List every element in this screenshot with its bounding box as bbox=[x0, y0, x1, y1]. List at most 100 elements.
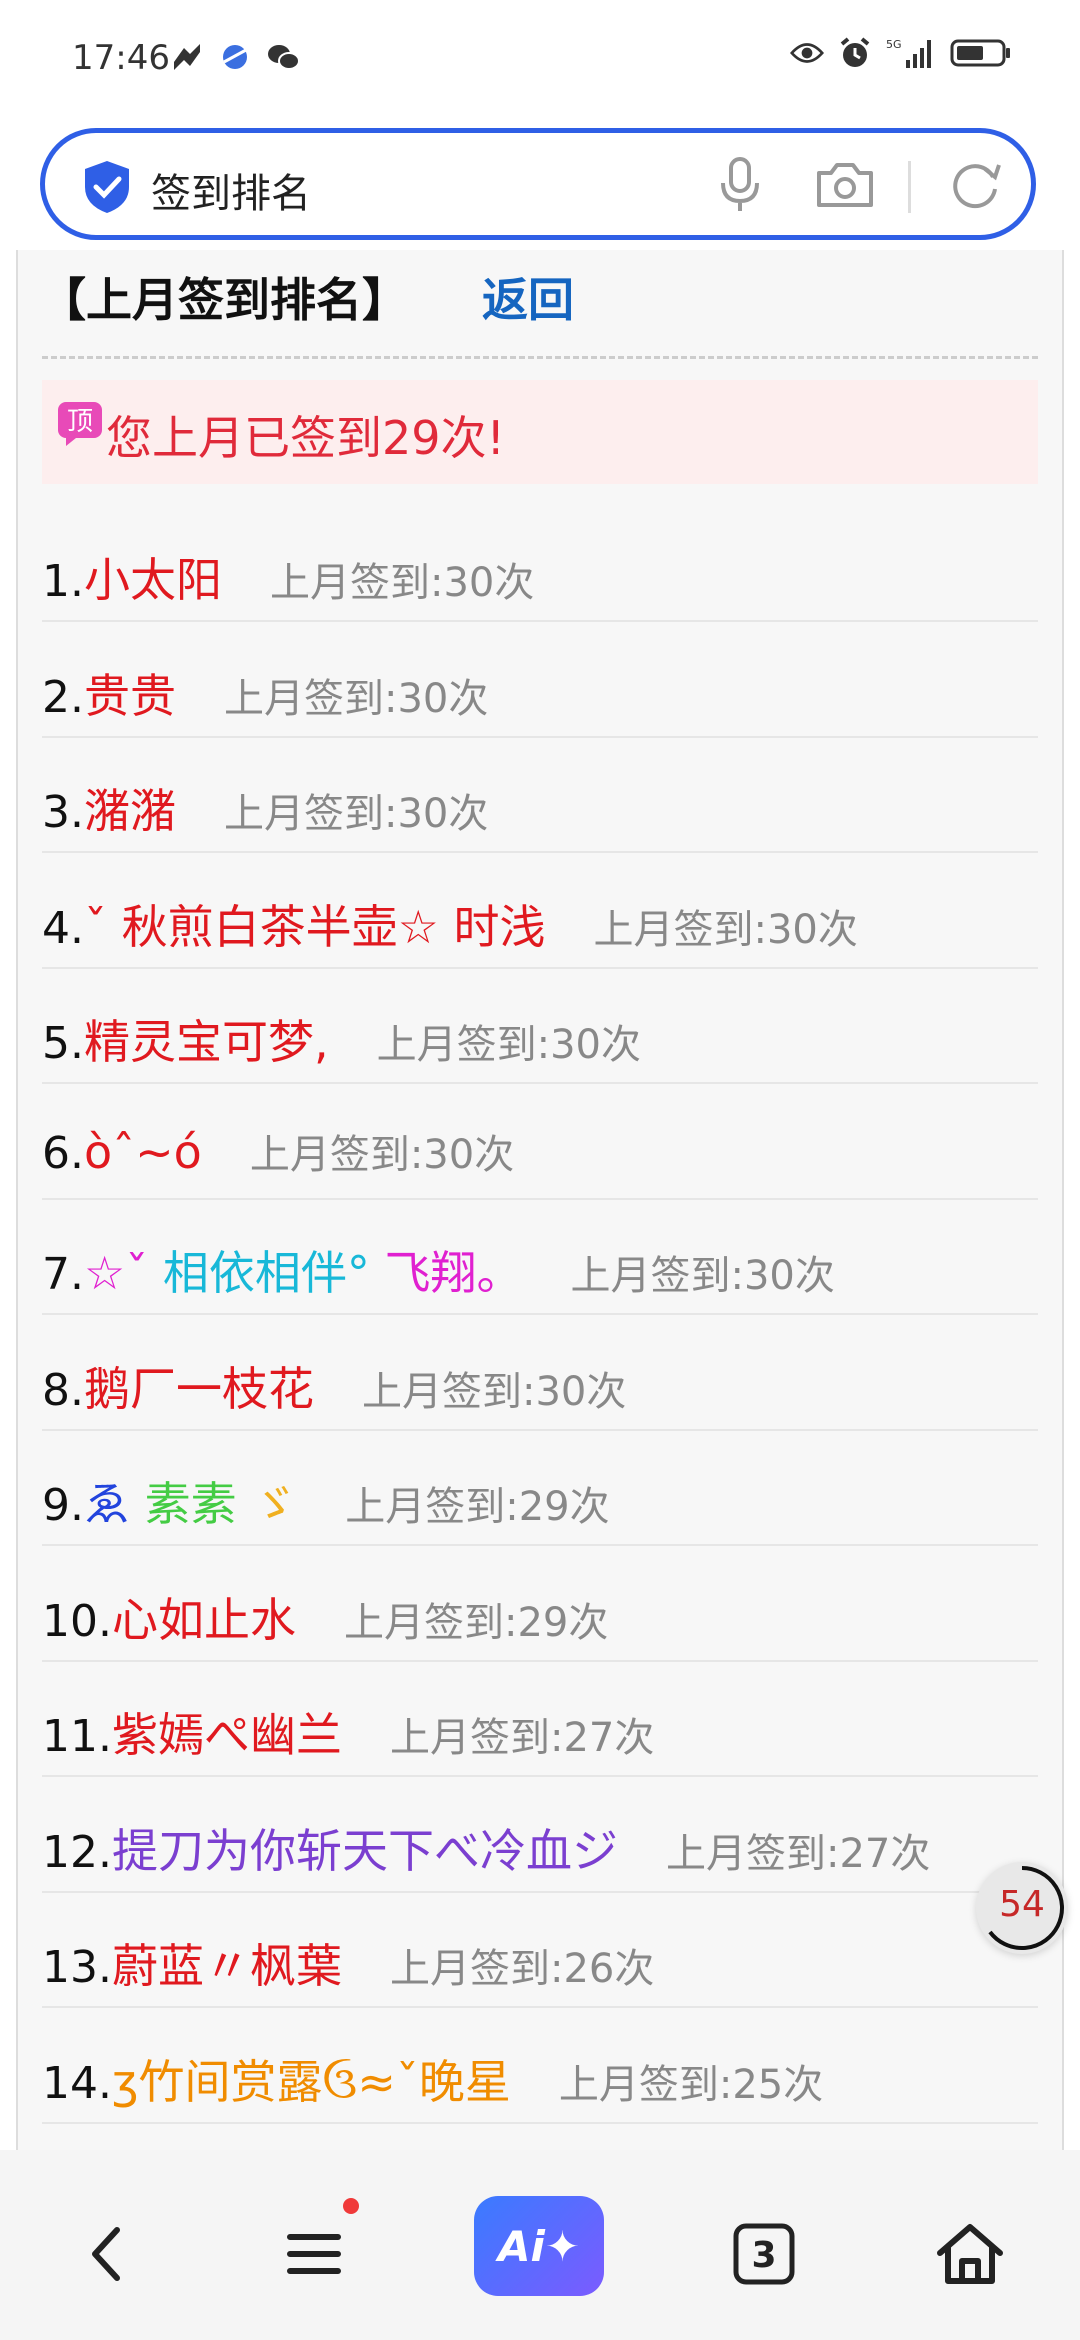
dashed-divider bbox=[42, 356, 1038, 359]
status-bar: 17:46 5G bbox=[0, 0, 1080, 120]
ranking-row: 2.贵贵 上月签到:30次 bbox=[42, 624, 1038, 738]
signin-count: 上月签到:30次 bbox=[361, 1368, 627, 1415]
ranking-row: 10.心如止水 上月签到:29次 bbox=[42, 1548, 1038, 1662]
ranking-line: 14.ʒ竹间赏露ઉ≈ˇ晚星 上月签到:25次 bbox=[42, 2046, 823, 2112]
signin-count: 上月签到:27次 bbox=[389, 1715, 655, 1761]
ranking-line: 1.小太阳 上月签到:30次 bbox=[42, 544, 534, 610]
home-icon bbox=[937, 2224, 1003, 2284]
rank-number: 14. bbox=[42, 2057, 112, 2109]
eye-icon bbox=[790, 36, 824, 70]
rank-number: 10. bbox=[42, 1595, 112, 1647]
rank-number: 4. bbox=[42, 902, 84, 954]
tabs-button[interactable]: 3 bbox=[724, 2214, 804, 2294]
signin-count: 上月签到:27次 bbox=[665, 1830, 931, 1877]
rank-number: 6. bbox=[42, 1127, 84, 1179]
svg-text:3: 3 bbox=[751, 2235, 776, 2276]
link-icon bbox=[170, 40, 204, 74]
ranking-row: 6.òˆ~ó 上月签到:30次 bbox=[42, 1086, 1038, 1200]
ranking-line: 10.心如止水 上月签到:29次 bbox=[42, 1584, 608, 1650]
signin-count: 上月签到:26次 bbox=[389, 1946, 655, 1992]
signin-count: 上月签到:30次 bbox=[593, 906, 858, 953]
signin-count: 上月签到:30次 bbox=[223, 675, 489, 722]
signin-notice-text: 您上月已签到29次! bbox=[106, 411, 505, 465]
signin-count: 上月签到:29次 bbox=[343, 1599, 609, 1646]
back-button[interactable] bbox=[68, 2214, 148, 2294]
ranking-row: 13.蔚蓝〃枫葉 上月签到:26次 bbox=[42, 1894, 1038, 2008]
signin-count: 上月签到:30次 bbox=[249, 1131, 515, 1178]
user-name: ʒ竹间赏露ઉ≈ˇ晚星 bbox=[111, 2054, 511, 2109]
camera-icon[interactable] bbox=[815, 159, 875, 211]
ranking-line: 2.贵贵 上月签到:30次 bbox=[42, 660, 488, 726]
floating-counter-badge[interactable]: 54 bbox=[976, 1862, 1068, 1954]
svg-text:顶: 顶 bbox=[67, 407, 93, 437]
user-name: 紫嫣ぺ幽兰 bbox=[111, 1708, 342, 1762]
rank-number: 9. bbox=[42, 1480, 84, 1531]
user-name: 贵贵 bbox=[83, 668, 176, 723]
ranking-row: 7.☆ˇ 相依相伴° 飞翔。 上月签到:30次 bbox=[42, 1201, 1038, 1315]
refresh-icon[interactable] bbox=[945, 155, 1005, 215]
rank-number: 8. bbox=[42, 1364, 84, 1416]
shield-icon bbox=[85, 161, 129, 213]
top-badge-icon: 顶 bbox=[58, 402, 102, 446]
ranking-row: 9.ゑ 素素 ゞ 上月签到:29次 bbox=[42, 1432, 1038, 1546]
notification-dot bbox=[343, 2198, 359, 2214]
user-name: ˇ 秋煎白茶半壶☆ 时浅 bbox=[83, 899, 546, 954]
user-name-part: ☆ˇ bbox=[83, 1246, 163, 1300]
ranking-line: 6.òˆ~ó 上月签到:30次 bbox=[42, 1122, 514, 1180]
ranking-line: 4.ˇ 秋煎白茶半壶☆ 时浅 上月签到:30次 bbox=[42, 891, 858, 957]
bottom-nav: Ai✦ 3 bbox=[0, 2150, 1080, 2340]
wechat-icon bbox=[266, 40, 300, 74]
signal-icon: 5G bbox=[886, 36, 936, 70]
svg-text:5G: 5G bbox=[886, 38, 902, 51]
user-name-part: ゞ bbox=[236, 1477, 298, 1531]
user-name: ゑ 素素 ゞ bbox=[84, 1477, 297, 1531]
user-name: òˆ~ó bbox=[83, 1124, 202, 1179]
signin-count: 上月签到:25次 bbox=[558, 2061, 824, 2108]
user-name-part: 相依相伴° bbox=[162, 1246, 370, 1300]
menu-icon bbox=[287, 2234, 341, 2274]
status-right-icons: 5G bbox=[790, 36, 1012, 70]
menu-button[interactable] bbox=[274, 2214, 354, 2294]
rank-number: 12. bbox=[42, 1826, 112, 1878]
tabs-icon: 3 bbox=[733, 2223, 795, 2285]
ranking-line: 8.鹅厂一枝花 上月签到:30次 bbox=[42, 1353, 626, 1419]
rank-number: 7. bbox=[42, 1249, 84, 1300]
user-name-part: 飞翔。 bbox=[369, 1246, 523, 1300]
user-name-part: 素素 bbox=[129, 1477, 237, 1531]
rank-number: 13. bbox=[42, 1942, 112, 1993]
ranking-row: 11.紫嫣ぺ幽兰 上月签到:27次 bbox=[42, 1663, 1038, 1777]
signin-count: 上月签到:30次 bbox=[570, 1253, 835, 1299]
chevron-left-icon bbox=[92, 2227, 120, 2281]
signin-count: 上月签到:30次 bbox=[223, 791, 489, 837]
floating-counter-value: 54 bbox=[999, 1884, 1045, 1925]
rank-number: 5. bbox=[42, 1018, 84, 1069]
ai-assistant-button[interactable]: Ai✦ bbox=[474, 2196, 604, 2296]
search-input[interactable]: 签到排名 bbox=[151, 161, 311, 219]
ranking-line: 11.紫嫣ぺ幽兰 上月签到:27次 bbox=[42, 1699, 654, 1765]
microphone-icon[interactable] bbox=[715, 155, 765, 215]
rank-number: 11. bbox=[42, 1711, 112, 1762]
ranking-line: 7.☆ˇ 相依相伴° 飞翔。 上月签到:30次 bbox=[42, 1237, 835, 1303]
user-name: 精灵宝可梦, bbox=[83, 1015, 329, 1069]
status-time: 17:46 bbox=[72, 38, 170, 78]
rank-number: 1. bbox=[42, 556, 84, 607]
user-name: 提刀为你斩天下べ冷血ジ bbox=[111, 1823, 618, 1878]
planet-app-icon bbox=[218, 40, 252, 74]
user-name: 潴潴 bbox=[83, 784, 176, 838]
user-name: 鹅厂一枝花 bbox=[83, 1361, 314, 1416]
ranking-line: 5.精灵宝可梦, 上月签到:30次 bbox=[42, 1006, 641, 1072]
ranking-row: 8.鹅厂一枝花 上月签到:30次 bbox=[42, 1317, 1038, 1431]
signin-notice: 顶 您上月已签到29次! bbox=[42, 380, 1038, 484]
signin-count: 上月签到:30次 bbox=[269, 560, 535, 606]
back-link[interactable]: 返回 bbox=[482, 264, 574, 330]
ranking-line: 13.蔚蓝〃枫葉 上月签到:26次 bbox=[42, 1930, 654, 1996]
search-bar[interactable]: 签到排名 bbox=[40, 128, 1036, 240]
ranking-row: 4.ˇ 秋煎白茶半壶☆ 时浅 上月签到:30次 bbox=[42, 855, 1038, 969]
ranking-row: 1.小太阳 上月签到:30次 bbox=[42, 508, 1038, 622]
ranking-row: 14.ʒ竹间赏露ઉ≈ˇ晚星 上月签到:25次 bbox=[42, 2010, 1038, 2124]
user-name: 蔚蓝〃枫葉 bbox=[111, 1939, 342, 1993]
home-button[interactable] bbox=[930, 2214, 1010, 2294]
user-name: 小太阳 bbox=[83, 553, 222, 607]
alarm-icon bbox=[838, 36, 872, 70]
ranking-line: 12.提刀为你斩天下べ冷血ジ 上月签到:27次 bbox=[42, 1815, 930, 1881]
